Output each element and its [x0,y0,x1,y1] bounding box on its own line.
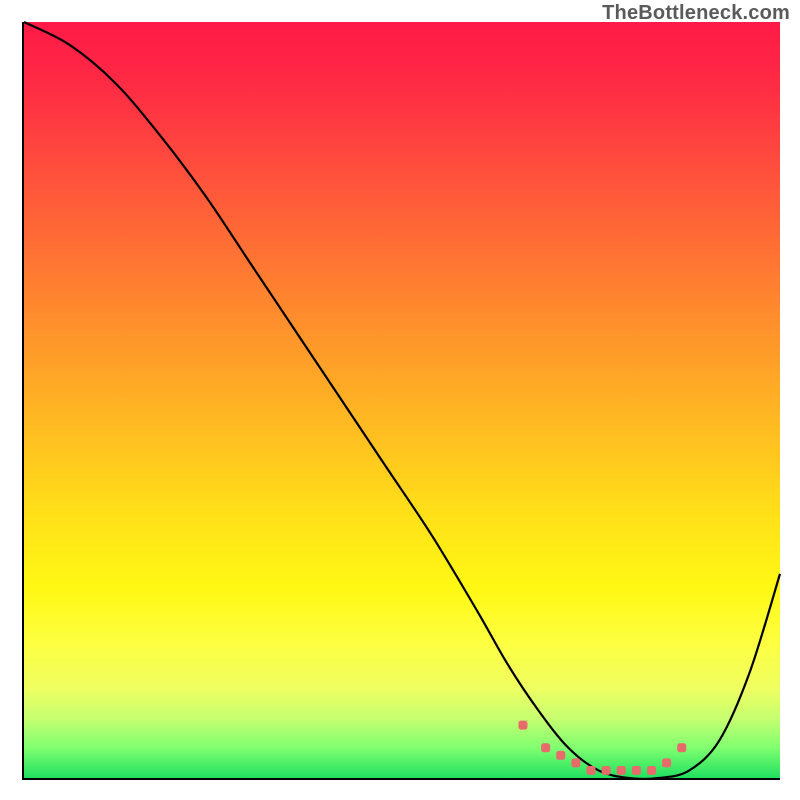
chart-svg [24,22,780,778]
marker-dot [617,766,626,775]
watermark-text: TheBottleneck.com [602,2,790,25]
marker-dot [518,721,527,730]
marker-dot [587,766,596,775]
optimal-range-dots [518,721,686,775]
chart-plot-area [22,22,780,780]
marker-dot [541,743,550,752]
marker-dot [571,758,580,767]
marker-dot [632,766,641,775]
marker-dot [677,743,686,752]
marker-dot [662,758,671,767]
marker-dot [647,766,656,775]
marker-dot [556,751,565,760]
bottleneck-curve [24,22,780,779]
marker-dot [602,766,611,775]
